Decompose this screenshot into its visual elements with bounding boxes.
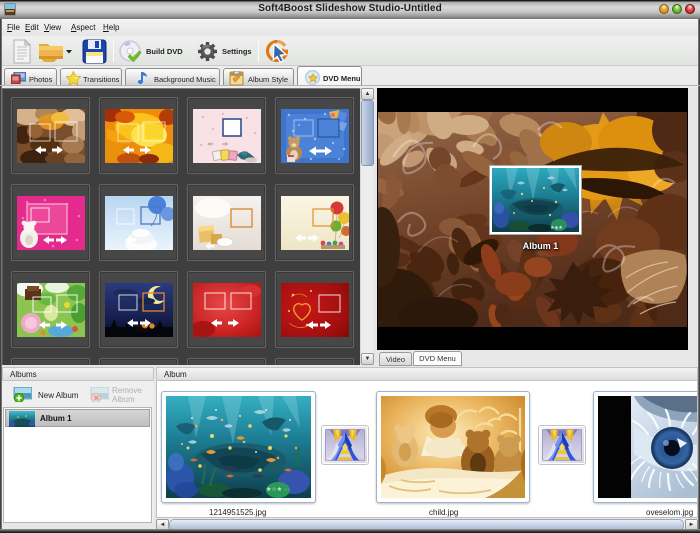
svg-text:★◈★: ★◈★ [550,225,563,231]
svg-text:★☆★ ···: ★☆★ ··· [266,486,290,493]
